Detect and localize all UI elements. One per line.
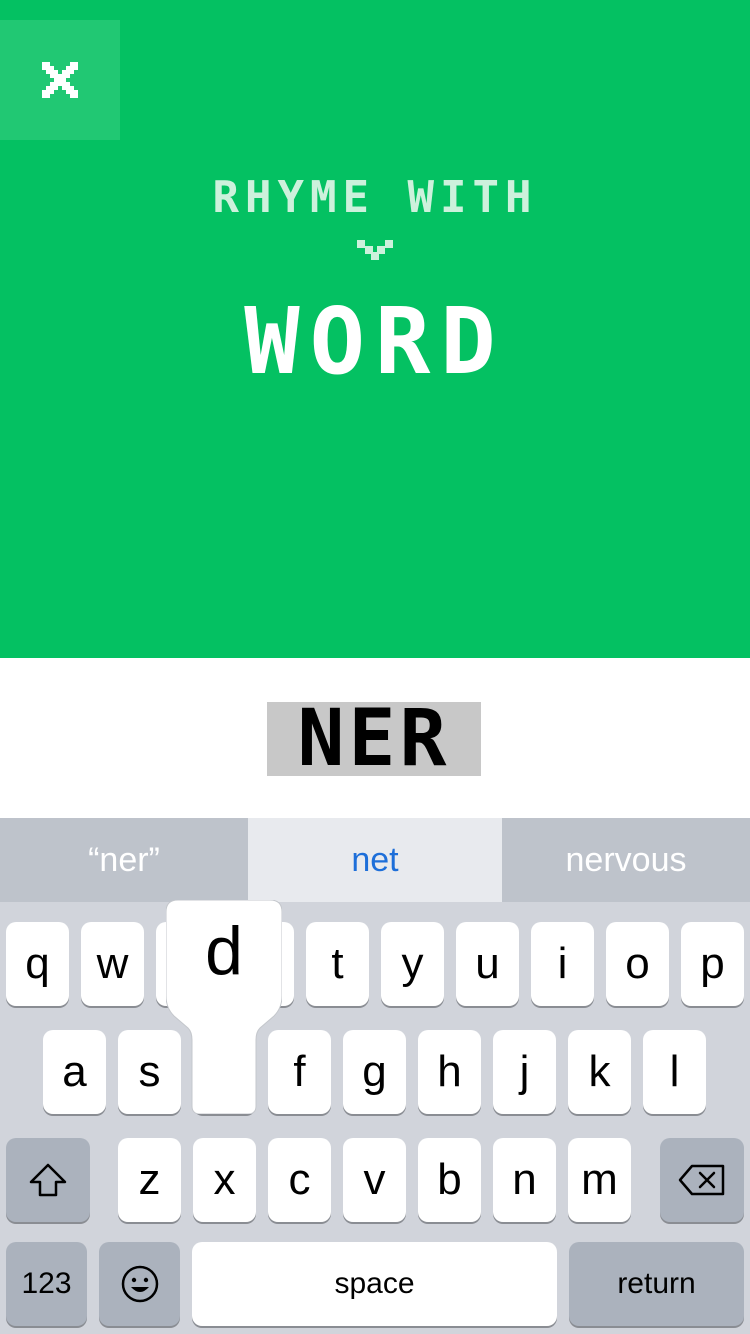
key-v[interactable]: v [343,1138,406,1222]
key-b[interactable]: b [418,1138,481,1222]
predictive-bar: “ner” net nervous [0,818,750,902]
shift-key[interactable] [6,1138,90,1222]
chevron-down-icon [357,240,393,260]
key-u[interactable]: u [456,922,519,1006]
key-popup-label: d [205,913,243,989]
prediction-alternate[interactable]: nervous [502,818,750,902]
key-n[interactable]: n [493,1138,556,1222]
answer-area: NER [0,658,750,818]
answer-input[interactable]: NER [267,702,481,776]
space-key[interactable]: space [192,1242,557,1326]
return-key[interactable]: return [569,1242,744,1326]
key-h[interactable]: h [418,1030,481,1114]
close-icon [42,62,78,98]
game-area: RHYME WITH WORD [0,0,750,658]
key-x[interactable]: x [193,1138,256,1222]
key-c[interactable]: c [268,1138,331,1222]
close-button[interactable] [0,20,120,140]
shift-icon [29,1163,67,1197]
key-j[interactable]: j [493,1030,556,1114]
numbers-key[interactable]: 123 [6,1242,87,1326]
keyboard: q w e r t y u i o p a s f g h j k l z x … [0,902,750,1334]
emoji-key[interactable] [99,1242,180,1326]
key-w[interactable]: w [81,922,144,1006]
prediction-literal[interactable]: “ner” [0,818,248,902]
key-y[interactable]: y [381,922,444,1006]
key-l[interactable]: l [643,1030,706,1114]
key-o[interactable]: o [606,922,669,1006]
key-q[interactable]: q [6,922,69,1006]
target-word: WORD [244,288,506,395]
key-i[interactable]: i [531,922,594,1006]
key-g[interactable]: g [343,1030,406,1114]
backspace-icon [678,1164,725,1196]
key-p[interactable]: p [681,922,744,1006]
prediction-suggested[interactable]: net [248,818,502,902]
key-a[interactable]: a [43,1030,106,1114]
key-k[interactable]: k [568,1030,631,1114]
key-m[interactable]: m [568,1138,631,1222]
key-t[interactable]: t [306,922,369,1006]
emoji-icon [121,1265,158,1303]
key-z[interactable]: z [118,1138,181,1222]
delete-key[interactable] [660,1138,744,1222]
prompt-text: RHYME WITH [212,172,538,223]
